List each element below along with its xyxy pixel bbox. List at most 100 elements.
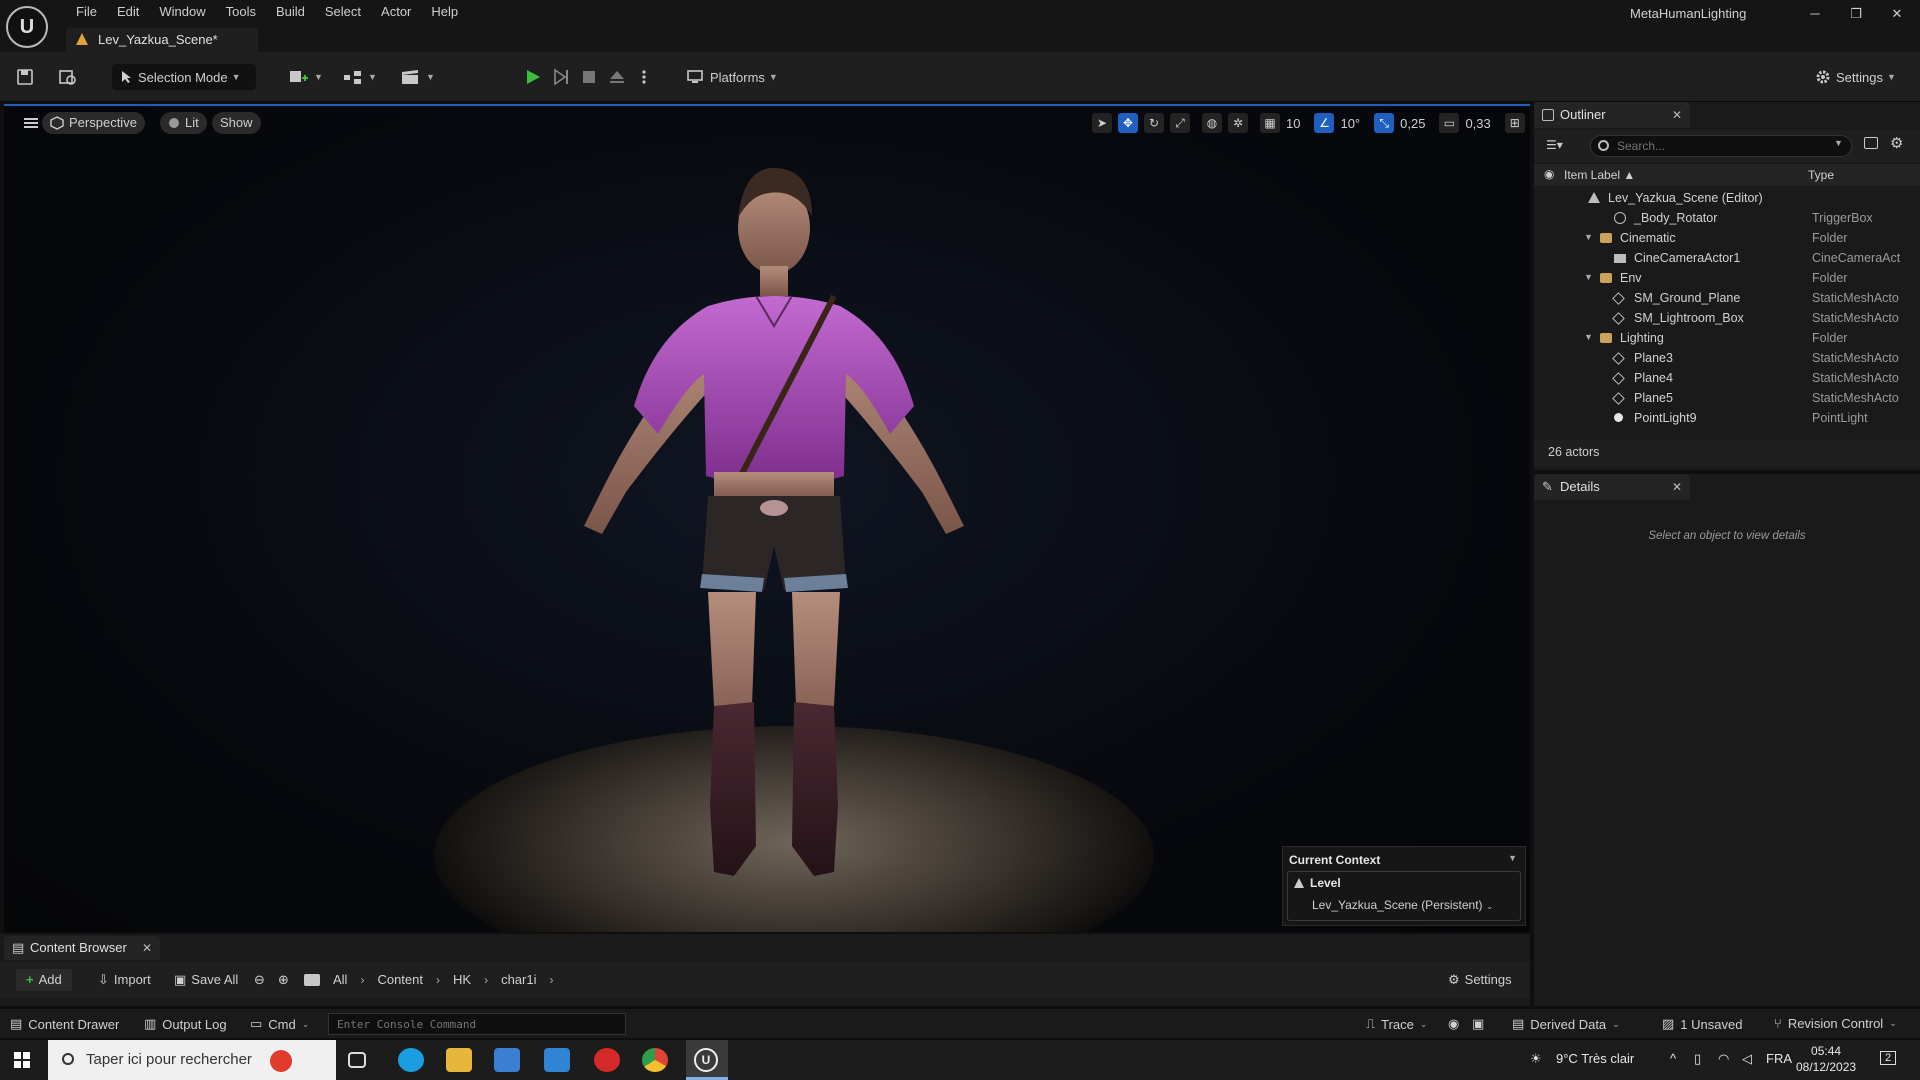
trace-dropdown[interactable]: ⎍ Trace ⌄	[1366, 1016, 1427, 1032]
chevron-right-icon[interactable]: ›	[436, 969, 440, 991]
history-back-button[interactable]: ⊖	[254, 969, 265, 991]
add-actor-button[interactable]: ▼	[288, 64, 323, 90]
close-icon[interactable]: ✕	[1672, 102, 1682, 128]
close-window-button[interactable]: ✕	[1882, 6, 1912, 22]
filter-icon[interactable]: ☰▾	[1546, 138, 1563, 152]
outliner-row[interactable]: ▼ Cinematic Folder	[1534, 228, 1920, 248]
store-icon[interactable]	[494, 1048, 520, 1072]
close-icon[interactable]: ✕	[142, 936, 152, 960]
grid-snap-icon[interactable]: ▦	[1260, 113, 1280, 133]
content-drawer-button[interactable]: ▤ Content Drawer	[10, 1016, 119, 1032]
windows-start-icon[interactable]	[14, 1052, 30, 1068]
details-tab[interactable]: ✎ Details ✕	[1534, 474, 1690, 500]
output-log-button[interactable]: ▥ Output Log	[144, 1016, 227, 1032]
play-button[interactable]	[524, 64, 542, 90]
gear-icon[interactable]: ⚙	[1890, 134, 1903, 152]
outliner-row[interactable]: SM_Ground_Plane StaticMeshActo	[1534, 288, 1920, 308]
menu-item-file[interactable]: File	[66, 2, 107, 22]
mail-icon[interactable]	[544, 1048, 570, 1072]
chevron-up-icon[interactable]: ^	[1670, 1051, 1676, 1066]
scale-snap-value[interactable]: 0,25	[1400, 116, 1425, 131]
outliner-row[interactable]: ▼ Lighting Folder	[1534, 328, 1920, 348]
opera-icon[interactable]	[594, 1048, 620, 1072]
content-browser-tab[interactable]: ▤ Content Browser ✕	[4, 936, 160, 960]
outliner-row[interactable]: Plane3 StaticMeshActo	[1534, 348, 1920, 368]
outliner-row[interactable]: Plane5 StaticMeshActo	[1534, 388, 1920, 408]
character-model[interactable]	[494, 146, 1054, 932]
chevron-down-icon[interactable]: ▼	[1834, 138, 1843, 148]
rotation-snap-icon[interactable]: ∠	[1314, 113, 1335, 133]
breadcrumb-item[interactable]: HK	[453, 969, 471, 991]
add-button[interactable]: + Add	[16, 969, 72, 991]
item-label-column[interactable]: Item Label ▲	[1564, 168, 1635, 182]
menu-item-window[interactable]: Window	[149, 2, 215, 22]
weather-icon[interactable]: ☀	[1530, 1051, 1542, 1067]
cinematics-button[interactable]: ▼	[400, 64, 435, 90]
rotation-snap-value[interactable]: 10°	[1340, 116, 1360, 131]
language-indicator[interactable]: FRA	[1766, 1051, 1792, 1066]
viewport-layout-icon[interactable]: ⊞	[1504, 113, 1525, 133]
record-icon[interactable]: ◉	[1448, 1016, 1459, 1032]
outliner-row[interactable]: _Body_Rotator TriggerBox	[1534, 208, 1920, 228]
menu-item-help[interactable]: Help	[421, 2, 468, 22]
world-space-icon[interactable]: ◍	[1202, 113, 1222, 133]
level-select[interactable]: Lev_Yazkua_Scene (Persistent) ⌄	[1312, 898, 1493, 912]
screenshot-icon[interactable]: ▣	[1472, 1016, 1484, 1032]
stop-button[interactable]	[580, 64, 598, 90]
breadcrumb-item[interactable]: char1i	[501, 969, 536, 991]
scale-tool-icon[interactable]: ⤢	[1170, 113, 1190, 133]
device-icon[interactable]: ▯	[1694, 1051, 1701, 1067]
grid-snap-value[interactable]: 10	[1286, 116, 1300, 131]
edge-icon[interactable]	[398, 1048, 424, 1072]
outliner-row[interactable]: ▼ Env Folder	[1534, 268, 1920, 288]
breadcrumb-item[interactable]: All	[333, 969, 347, 991]
outliner-row[interactable]: CineCameraActor1 CineCameraAct	[1534, 248, 1920, 268]
blueprints-button[interactable]: ▼	[342, 64, 377, 90]
surface-snap-icon[interactable]: ✲	[1228, 113, 1248, 133]
file-explorer-icon[interactable]	[446, 1048, 472, 1072]
revision-control-dropdown[interactable]: ⑂ Revision Control ⌄	[1774, 1016, 1897, 1031]
unreal-taskbar-button[interactable]: U	[686, 1040, 728, 1080]
search-highlight-icon[interactable]	[270, 1050, 292, 1072]
menu-item-actor[interactable]: Actor	[371, 2, 421, 22]
cmd-dropdown[interactable]: ▭ Cmd ⌄	[250, 1016, 309, 1032]
breadcrumb-item[interactable]: Content	[377, 969, 423, 991]
chevron-right-icon[interactable]: ›	[484, 969, 488, 991]
outliner-row[interactable]: Plane4 StaticMeshActo	[1534, 368, 1920, 388]
advance-frame-button[interactable]	[552, 64, 570, 90]
translate-tool-icon[interactable]: ✥	[1118, 113, 1138, 133]
scale-snap-icon[interactable]: ⤡	[1374, 113, 1395, 133]
history-forward-button[interactable]: ⊕	[278, 969, 289, 991]
unreal-logo-icon[interactable]: U	[6, 6, 48, 48]
add-folder-icon[interactable]	[1864, 137, 1878, 149]
rotate-tool-icon[interactable]: ↻	[1144, 113, 1164, 133]
unsaved-button[interactable]: ▨ 1 Unsaved	[1662, 1016, 1742, 1032]
platforms-dropdown[interactable]: Platforms ▼	[686, 64, 778, 90]
minimize-button[interactable]: ─	[1800, 6, 1830, 21]
lit-button[interactable]: Lit	[160, 112, 207, 134]
menu-item-build[interactable]: Build	[266, 2, 315, 22]
weather-text[interactable]: 9°C Très clair	[1556, 1051, 1634, 1066]
outliner-row[interactable]: PointLight9 PointLight	[1534, 408, 1920, 428]
outliner-tab[interactable]: Outliner ✕	[1534, 102, 1690, 128]
expand-toggle-icon[interactable]: ▼	[1584, 232, 1593, 242]
selection-mode-dropdown[interactable]: Selection Mode ▼	[112, 64, 256, 90]
collapse-icon[interactable]: ▼	[1508, 853, 1517, 863]
import-button[interactable]: ⇩ Import	[98, 969, 151, 991]
chrome-icon[interactable]	[642, 1048, 668, 1072]
restore-button[interactable]: ❐	[1841, 6, 1871, 22]
play-options-button[interactable]	[640, 64, 648, 90]
expand-toggle-icon[interactable]: ▼	[1584, 332, 1593, 342]
browse-icon[interactable]	[58, 64, 78, 90]
clock[interactable]: 05:44 08/12/2023	[1796, 1043, 1856, 1075]
camera-speed-icon[interactable]: ▭	[1439, 113, 1460, 133]
outliner-row[interactable]: Lev_Yazkua_Scene (Editor)	[1534, 188, 1920, 208]
console-input[interactable]	[328, 1013, 626, 1035]
content-settings-button[interactable]: ⚙ Settings	[1448, 969, 1512, 991]
settings-dropdown[interactable]: Settings ▼	[1814, 64, 1896, 90]
type-column[interactable]: Type	[1808, 168, 1834, 182]
task-view-icon[interactable]	[348, 1052, 366, 1068]
volume-icon[interactable]: ◁	[1742, 1051, 1752, 1067]
chevron-right-icon[interactable]: ›	[549, 969, 553, 991]
outliner-row[interactable]: SM_Lightroom_Box StaticMeshActo	[1534, 308, 1920, 328]
